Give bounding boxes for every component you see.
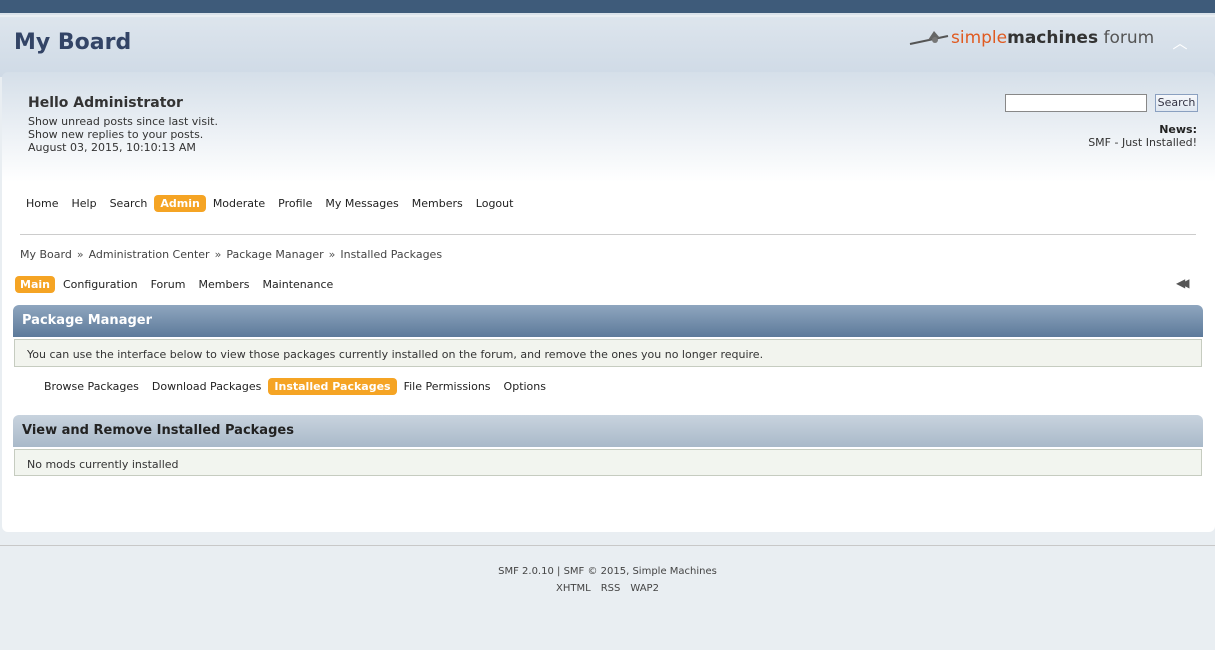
installed-packages-empty: No mods currently installed <box>14 449 1202 476</box>
chevron-up-icon[interactable]: ︿ <box>1170 32 1190 52</box>
breadcrumb-my-board[interactable]: My Board <box>20 248 72 261</box>
menu-divider <box>20 234 1196 235</box>
footer-links: XHTML RSS WAP2 <box>0 583 1215 594</box>
gear-logo-icon <box>909 31 949 45</box>
breadcrumb-separator: » <box>76 248 84 261</box>
news-label: News: <box>1159 123 1197 136</box>
breadcrumb-installed-packages[interactable]: Installed Packages <box>340 248 442 261</box>
footer-copyright[interactable]: SMF 2.0.10 | SMF © 2015, Simple Machines <box>0 566 1215 577</box>
menu-item-logout[interactable]: Logout <box>470 195 520 212</box>
tab-maintenance[interactable]: Maintenance <box>257 276 338 293</box>
menu-item-home[interactable]: Home <box>20 195 64 212</box>
user-greeting: Hello Administrator <box>28 95 183 111</box>
menu-item-help[interactable]: Help <box>65 195 102 212</box>
tab-main[interactable]: Main <box>15 275 55 293</box>
news-text: SMF - Just Installed! <box>1088 136 1197 149</box>
tab-members[interactable]: Members <box>193 276 254 293</box>
footer-divider <box>0 545 1215 546</box>
main-menu: Home Help Search Admin Moderate Profile … <box>20 193 520 213</box>
footer-link-xhtml[interactable]: XHTML <box>556 583 591 594</box>
forum-title[interactable]: My Board <box>14 30 131 55</box>
rewind-icon[interactable]: ◀◀ <box>1176 276 1194 290</box>
breadcrumb-admin-center[interactable]: Administration Center <box>89 248 210 261</box>
package-manager-description: You can use the interface below to view … <box>14 339 1202 367</box>
new-replies-link[interactable]: Show new replies to your posts. <box>28 128 203 141</box>
breadcrumb-separator: » <box>214 248 222 261</box>
admin-tabs: Main Configuration Forum Members Mainten… <box>15 275 341 293</box>
logo-forum: forum <box>1098 28 1155 48</box>
logo-machines: machines <box>1007 28 1099 48</box>
search-button[interactable]: Search <box>1155 94 1198 112</box>
footer-link-wap2[interactable]: WAP2 <box>630 583 659 594</box>
installed-packages-title: View and Remove Installed Packages <box>13 415 1203 447</box>
menu-item-moderate[interactable]: Moderate <box>207 195 271 212</box>
menu-item-members[interactable]: Members <box>406 195 469 212</box>
smf-logo-text: simplemachines forum <box>951 28 1154 48</box>
breadcrumb-package-manager[interactable]: Package Manager <box>226 248 323 261</box>
logo-simple: simple <box>951 28 1008 48</box>
tab-download-packages[interactable]: Download Packages <box>146 378 268 395</box>
unread-posts-link[interactable]: Show unread posts since last visit. <box>28 115 218 128</box>
search-input[interactable] <box>1005 94 1147 112</box>
tab-configuration[interactable]: Configuration <box>58 276 143 293</box>
current-datetime: August 03, 2015, 10:10:13 AM <box>28 141 196 154</box>
top-bar <box>0 0 1215 15</box>
tab-browse-packages[interactable]: Browse Packages <box>38 378 145 395</box>
tab-file-permissions[interactable]: File Permissions <box>398 378 497 395</box>
footer-link-rss[interactable]: RSS <box>601 583 621 594</box>
smf-logo[interactable]: simplemachines forum <box>908 27 1154 51</box>
breadcrumb-separator: » <box>328 248 336 261</box>
tab-installed-packages[interactable]: Installed Packages <box>268 378 397 395</box>
menu-item-admin[interactable]: Admin <box>154 194 206 212</box>
breadcrumb: My Board » Administration Center » Packa… <box>20 248 442 261</box>
package-manager-title: Package Manager <box>13 305 1203 337</box>
tab-options[interactable]: Options <box>498 378 552 395</box>
menu-item-profile[interactable]: Profile <box>272 195 318 212</box>
tab-forum[interactable]: Forum <box>146 276 191 293</box>
package-sub-tabs: Browse Packages Download Packages Instal… <box>38 377 553 396</box>
menu-item-my-messages[interactable]: My Messages <box>319 195 404 212</box>
menu-item-search[interactable]: Search <box>104 195 154 212</box>
